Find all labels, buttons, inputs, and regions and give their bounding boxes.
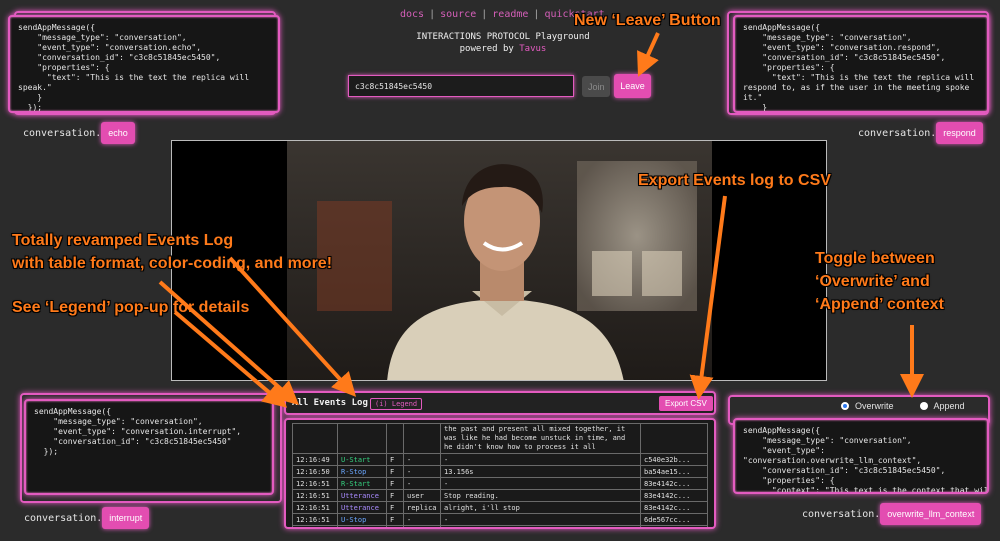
arrow-to-events-title — [228, 256, 357, 397]
arrow-to-events-log — [158, 280, 299, 405]
arrow-to-export — [689, 195, 727, 400]
arrow-to-legend — [173, 310, 288, 408]
annotation-arrows — [158, 32, 924, 408]
arrow-to-leave — [637, 32, 660, 77]
